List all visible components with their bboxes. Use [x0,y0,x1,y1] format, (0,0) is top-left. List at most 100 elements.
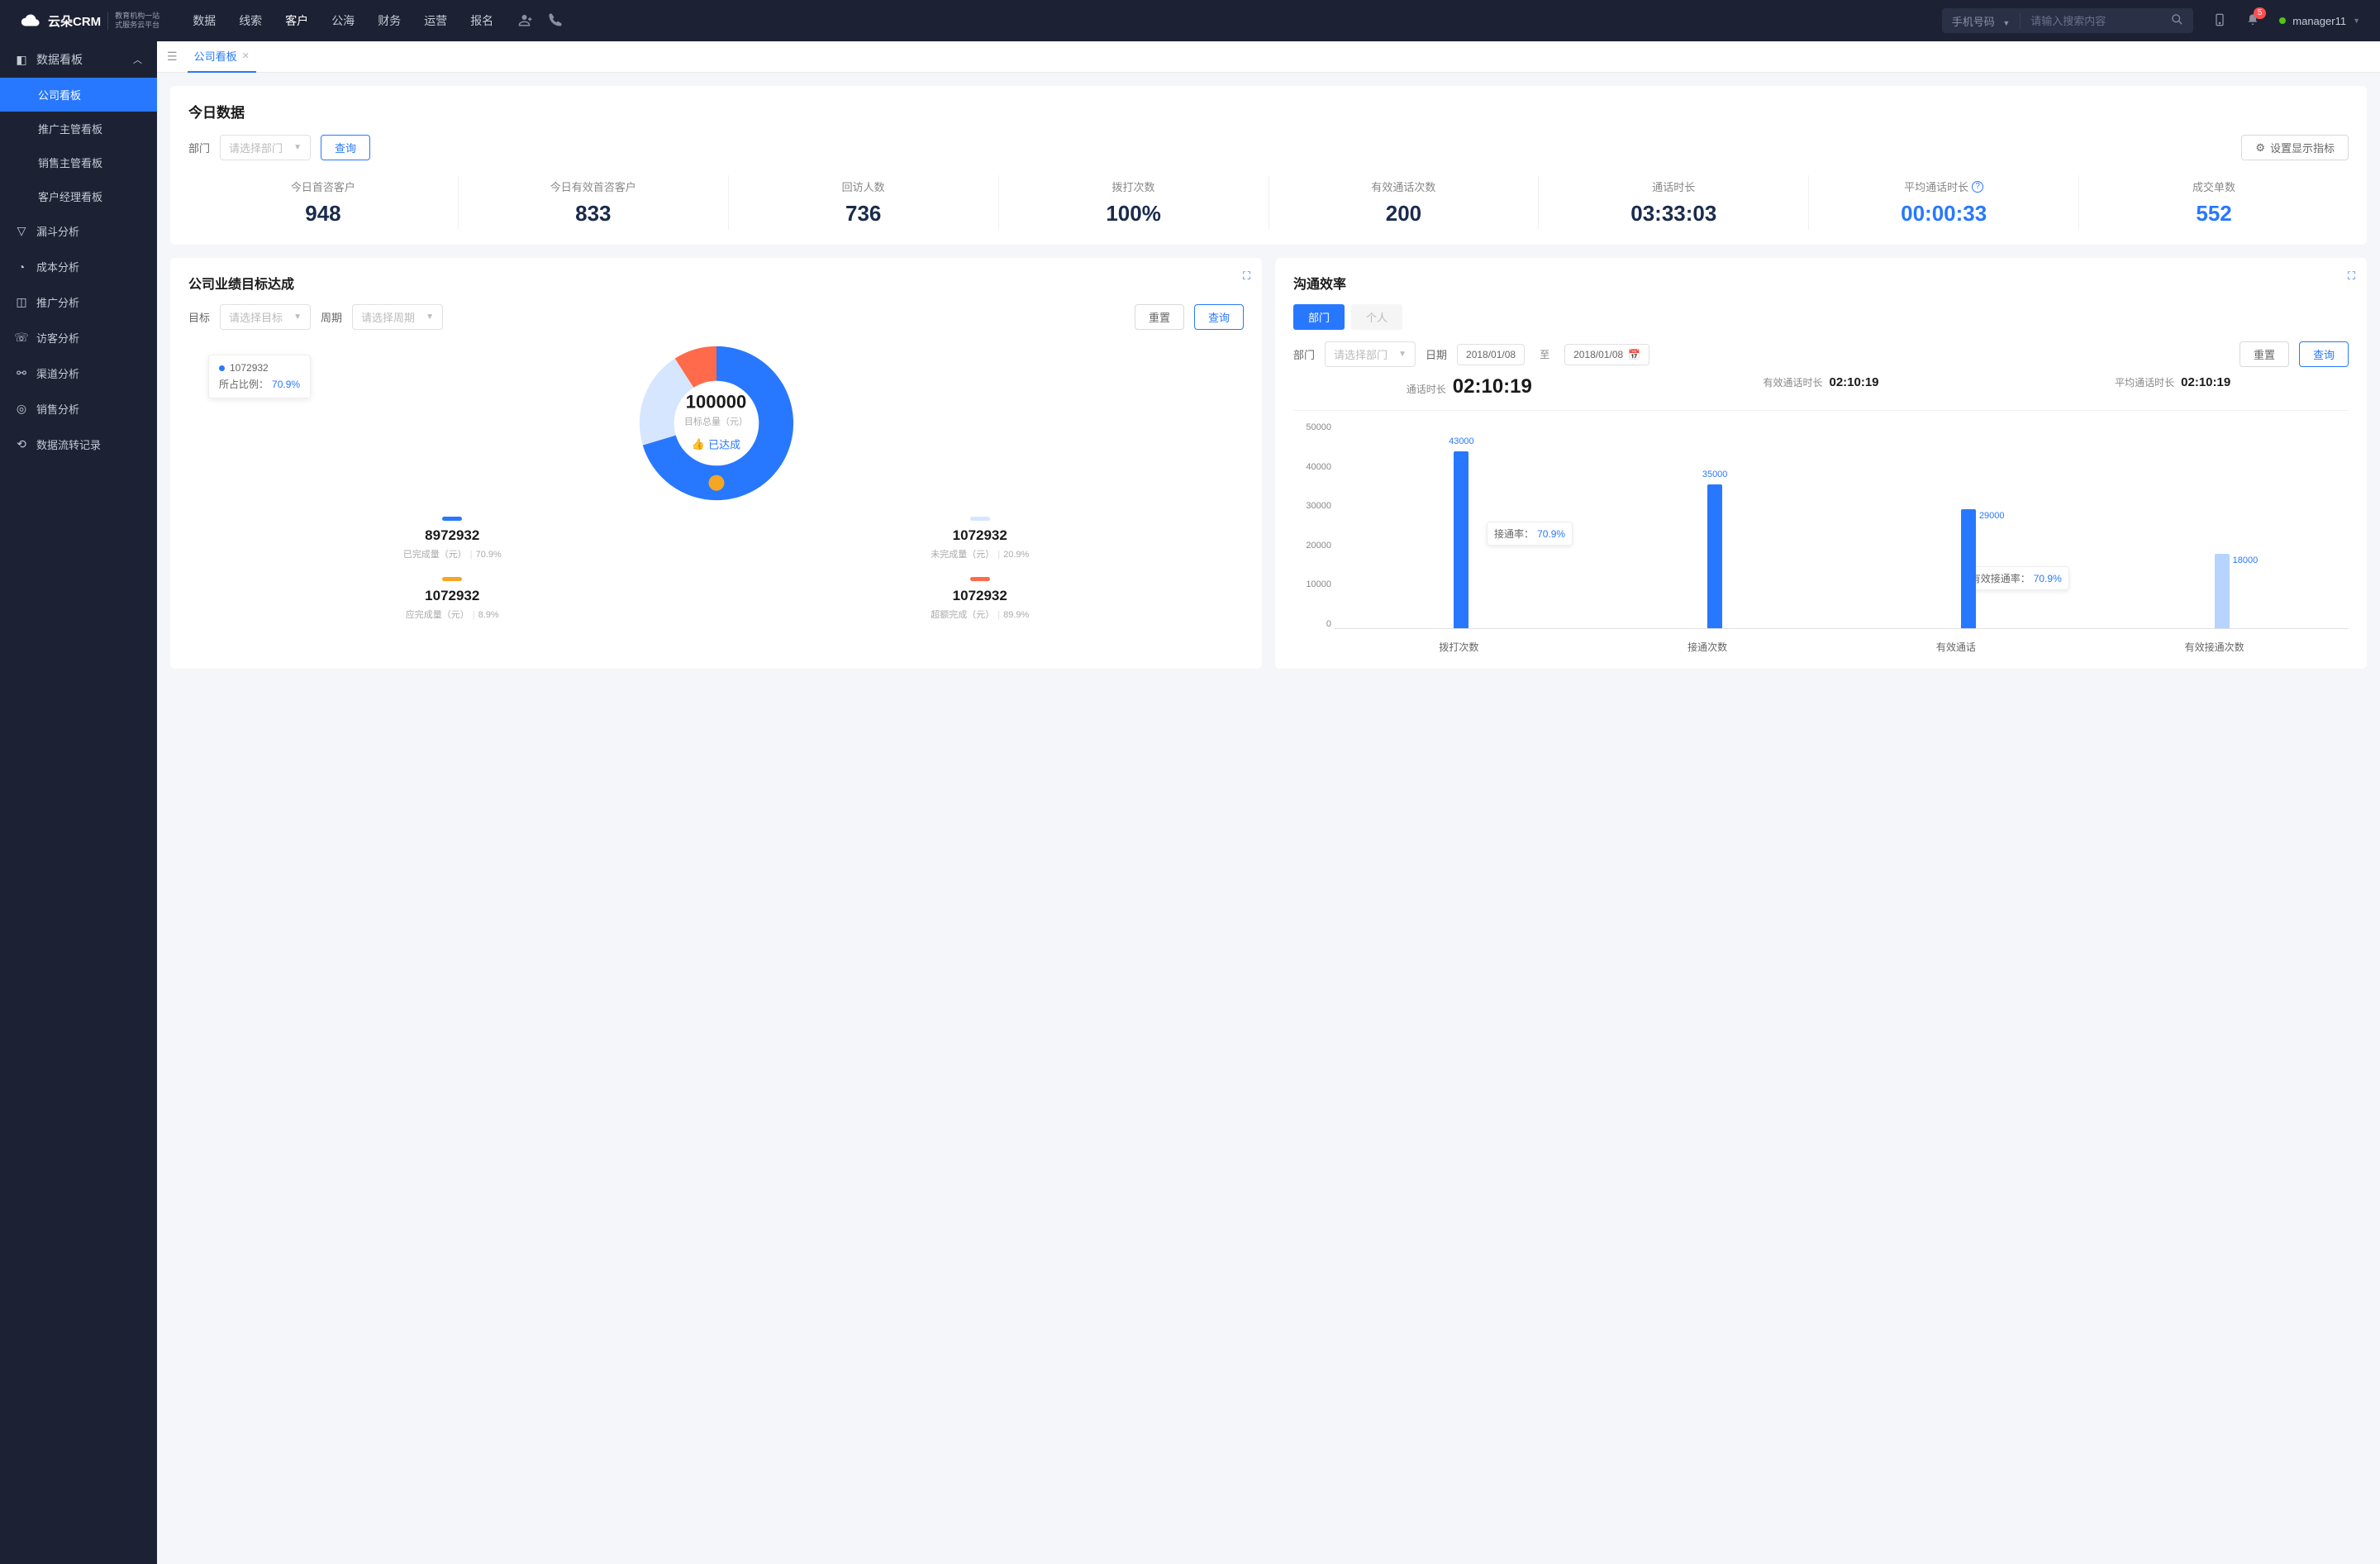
sidebar-item[interactable]: ◔成本分析 [0,249,157,284]
communication-card: ⛶ 沟通效率 部门 个人 部门 请选择部门▼ 日期 2018/01/08 至 [1275,258,2367,669]
kpi-item: 有效通话次数200 [1269,175,1540,230]
dashboard-icon: ◧ [15,53,28,67]
legend-item: 1072932超额完成（元）|89.9% [733,577,1228,621]
sidebar-item[interactable]: ▽漏斗分析 [0,213,157,249]
logo-text: 云朵CRM [48,12,101,30]
add-user-icon[interactable] [518,12,533,30]
nav-item[interactable]: 运营 [424,12,447,29]
menu-toggle-icon[interactable]: ☰ [167,50,178,64]
nav-item[interactable]: 公海 [331,12,355,29]
search-type-select[interactable]: 手机号码 ▼ [1942,13,2021,29]
legend-item: 1072932未完成量（元）|20.9% [733,517,1228,560]
chart-tooltip: 1072932 所占比例：70.9% [208,355,311,398]
query-button[interactable]: 查询 [2299,341,2349,367]
funnel-icon: ▽ [15,224,28,238]
target-icon: ◎ [15,402,28,416]
comm-stat: 有效通话时长02:10:19 [1645,375,1997,398]
headset-icon: ☏ [15,331,28,345]
expand-icon[interactable]: ⛶ [1243,269,1250,283]
goal-total: 100000 [684,391,748,412]
nav-item[interactable]: 客户 [285,12,308,29]
sidebar-item[interactable]: ⚯渠道分析 [0,355,157,391]
today-title: 今日数据 [188,101,2349,122]
goal-title: 公司业绩目标达成 [188,273,1244,293]
target-select[interactable]: 请选择目标▼ [220,304,311,330]
chevron-down-icon: ▼ [293,143,302,152]
expand-icon[interactable]: ⛶ [2348,269,2355,283]
sidebar-sub-item[interactable]: 客户经理看板 [0,179,157,213]
status-dot [2279,17,2286,24]
segment-dept[interactable]: 部门 [1293,304,1345,330]
kpi-item: 拨打次数100% [999,175,1269,230]
kpi-item: 回访人数736 [729,175,999,230]
bar: 18000 [2215,554,2230,628]
bar: 43000 [1454,451,1468,628]
search-group: 手机号码 ▼ [1942,8,2194,33]
phone-icon[interactable] [548,12,563,30]
query-button[interactable]: 查询 [1194,304,1244,330]
period-select[interactable]: 请选择周期▼ [352,304,443,330]
tab-company-dashboard[interactable]: 公司看板 ✕ [188,41,256,73]
date-to-input[interactable]: 2018/01/08 📅 [1564,344,1649,365]
tabs-bar: ☰ 公司看板 ✕ [157,41,2380,73]
sidebar-group-dashboard[interactable]: ◧ 数据看板 ︿ [0,41,157,78]
nav-item[interactable]: 报名 [470,12,493,29]
logo-subtitle: 教育机构一站 式服务云平台 [107,12,159,30]
calendar-icon: 📅 [1628,349,1640,360]
chevron-down-icon: ▼ [2353,17,2360,25]
nav-item[interactable]: 数据 [193,12,216,29]
segment-person[interactable]: 个人 [1351,304,1402,330]
sidebar-item[interactable]: ⟲数据流转记录 [0,427,157,462]
chevron-up-icon: ︿ [133,53,142,66]
sidebar-sub-item[interactable]: 公司看板 [0,78,157,112]
dept-select[interactable]: 请选择部门▼ [220,135,311,160]
cloud-icon [20,12,41,29]
annotation-effective-rate: 有效接通率：70.9% [1963,566,2069,590]
mobile-icon[interactable] [2213,12,2226,30]
bar: 29000 [1961,509,1976,628]
info-icon[interactable]: ? [1972,181,1983,193]
dept-label: 部门 [188,140,210,155]
reset-button[interactable]: 重置 [2240,341,2289,367]
bell-icon[interactable]: 5 [2246,12,2259,30]
kpi-item: 成交单数552 [2079,175,2349,230]
sidebar-sub-item[interactable]: 销售主管看板 [0,145,157,179]
sidebar-item[interactable]: ◎销售分析 [0,391,157,427]
user-menu[interactable]: manager11 ▼ [2279,15,2360,27]
close-icon[interactable]: ✕ [242,50,250,61]
clock-icon: ◔ [15,260,28,274]
bar: 35000 [1707,484,1722,628]
legend-item: 8972932已完成量（元）|70.9% [205,517,700,560]
top-header: 云朵CRM 教育机构一站 式服务云平台 数据 线索 客户 公海 财务 运营 报名 手机号码 … [0,0,2380,41]
nav-item[interactable]: 财务 [378,12,401,29]
date-from-input[interactable]: 2018/01/08 [1457,344,1525,365]
gear-icon: ⚙ [2255,141,2265,155]
sidebar-item[interactable]: ◫推广分析 [0,284,157,320]
kpi-item: 通话时长03:33:03 [1539,175,1809,230]
reset-button[interactable]: 重置 [1135,304,1184,330]
kpi-item: 今日有效首咨客户833 [459,175,729,230]
achieved-badge: 👍 已达成 [692,436,740,451]
comm-stat: 平均通话时长02:10:19 [1997,375,2349,398]
search-icon[interactable] [2161,13,2193,28]
channel-icon: ⚯ [15,366,28,380]
kpi-item: 今日首咨客户948 [188,175,459,230]
sidebar: ◧ 数据看板 ︿ 公司看板推广主管看板销售主管看板客户经理看板 ▽漏斗分析◔成本… [0,41,157,1564]
bar-chart: 01000020000300004000050000 接通率：70.9% 有效接… [1293,422,2349,654]
chart-icon: ◫ [15,295,28,309]
query-button[interactable]: 查询 [321,135,370,160]
goal-card: ⛶ 公司业绩目标达成 目标 请选择目标▼ 周期 请选择周期▼ 重置 查询 [170,258,1262,669]
comm-title: 沟通效率 [1293,273,2349,293]
comm-dept-select[interactable]: 请选择部门▼ [1325,341,1416,367]
search-input[interactable] [2021,15,2161,27]
nav-item[interactable]: 线索 [239,12,262,29]
legend-item: 1072932应完成量（元）|8.9% [205,577,700,621]
sidebar-item[interactable]: ☏访客分析 [0,320,157,355]
settings-button[interactable]: ⚙ 设置显示指标 [2241,135,2349,160]
kpi-item: 平均通话时长?00:00:33 [1809,175,2079,230]
username: manager11 [2292,15,2346,27]
donut-chart: 1072932 所占比例：70.9% 100000 [188,330,1244,508]
today-data-card: 今日数据 部门 请选择部门▼ 查询 ⚙ 设置显示指标 今日首咨客户948今日有效… [170,86,2367,245]
sidebar-sub-item[interactable]: 推广主管看板 [0,112,157,145]
comm-stat: 通话时长02:10:19 [1293,375,1645,398]
